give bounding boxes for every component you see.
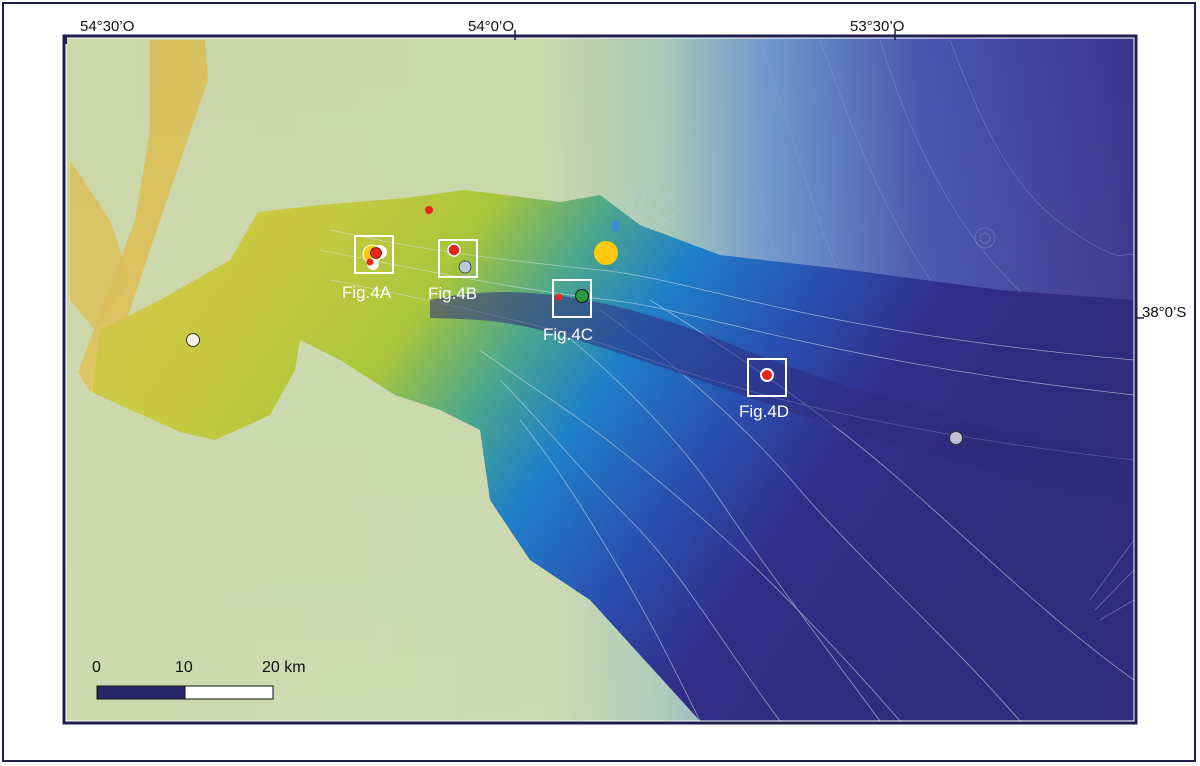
scale-tick-10: 10 <box>175 659 193 676</box>
latitude-label-1: 38°0’S <box>1142 304 1187 321</box>
fig-label-4b: Fig.4B <box>428 284 477 303</box>
fig-label-4c: Fig.4C <box>543 325 593 344</box>
red-site-marker <box>366 258 374 266</box>
scale-bar-light-segment <box>184 685 274 700</box>
bathymetric-map: Fig.4A Fig.4B Fig.4C Fig.4D 0 10 20 km <box>62 30 1144 725</box>
scale-tick-20km: 20 km <box>262 659 306 676</box>
red-site-marker <box>447 243 461 257</box>
lavender-site-marker <box>949 431 963 445</box>
scale-bar-dark-segment <box>96 685 186 700</box>
fig-label-4d: Fig.4D <box>739 402 789 421</box>
green-site-marker <box>575 289 589 303</box>
fig-label-4a: Fig.4A <box>342 283 392 302</box>
red-site-marker <box>370 247 382 259</box>
red-site-marker <box>555 293 563 301</box>
longitude-label-3: 53°30’O <box>850 18 905 35</box>
white-site-marker <box>186 333 200 347</box>
yellow-site-marker <box>594 241 618 265</box>
scale-tick-0: 0 <box>92 659 101 676</box>
longitude-label-2: 54°0’O <box>468 18 515 35</box>
red-site-marker <box>425 206 433 214</box>
red-site-marker <box>760 368 774 382</box>
map-content <box>66 38 1134 721</box>
light-blue-site-marker <box>458 260 472 274</box>
longitude-label-1: 54°30’O <box>80 18 135 35</box>
blue-feature <box>612 220 620 232</box>
